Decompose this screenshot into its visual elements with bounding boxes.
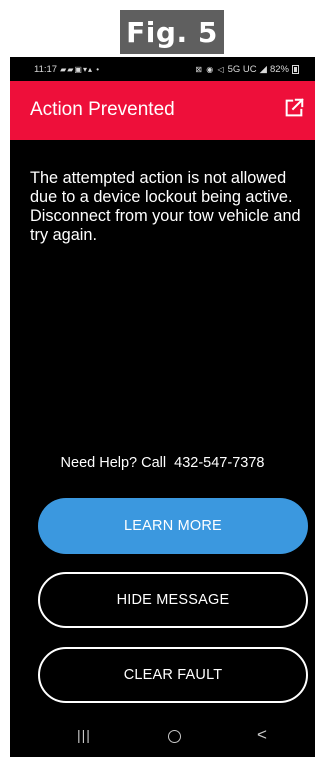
recents-icon[interactable]: ||| <box>77 727 91 743</box>
page-title: Action Prevented <box>30 99 175 120</box>
status-bar: 11:17 ▰▰▣▾▴ • ⊠ ◉ ◁ 5G UC ◢ 82% <box>10 57 315 81</box>
phone-screen: 11:17 ▰▰▣▾▴ • ⊠ ◉ ◁ 5G UC ◢ 82% Action P… <box>10 57 315 757</box>
android-nav-bar: ||| < <box>10 717 315 757</box>
figure-label: Fig. 5 <box>120 10 224 54</box>
status-right: ⊠ ◉ ◁ 5G UC ◢ 82% <box>195 64 299 75</box>
hide-message-button[interactable]: HIDE MESSAGE <box>38 572 308 628</box>
clear-fault-button[interactable]: CLEAR FAULT <box>38 647 308 703</box>
help-prefix: Need Help? Call <box>60 455 167 471</box>
home-icon[interactable] <box>168 730 181 743</box>
alert-header: Action Prevented <box>10 81 315 140</box>
network-indicator: 5G UC <box>227 64 257 75</box>
external-link-icon[interactable] <box>283 97 305 119</box>
help-phone-link[interactable]: 432-547-7378 <box>174 455 264 471</box>
back-icon[interactable]: < <box>257 725 267 745</box>
notification-icons: ▰▰▣▾▴ • <box>60 65 100 74</box>
lockout-message: The attempted action is not allowed due … <box>30 169 301 244</box>
system-icons: ⊠ ◉ ◁ <box>195 65 225 74</box>
status-time: 11:17 <box>34 64 58 75</box>
status-left: 11:17 ▰▰▣▾▴ • <box>34 64 100 75</box>
battery-level: 82% <box>269 64 289 75</box>
battery-icon <box>292 65 299 74</box>
help-line: Need Help? Call 432-547-7378 <box>10 455 315 471</box>
signal-icon: ◢ <box>259 64 267 75</box>
learn-more-button[interactable]: LEARN MORE <box>38 498 308 554</box>
